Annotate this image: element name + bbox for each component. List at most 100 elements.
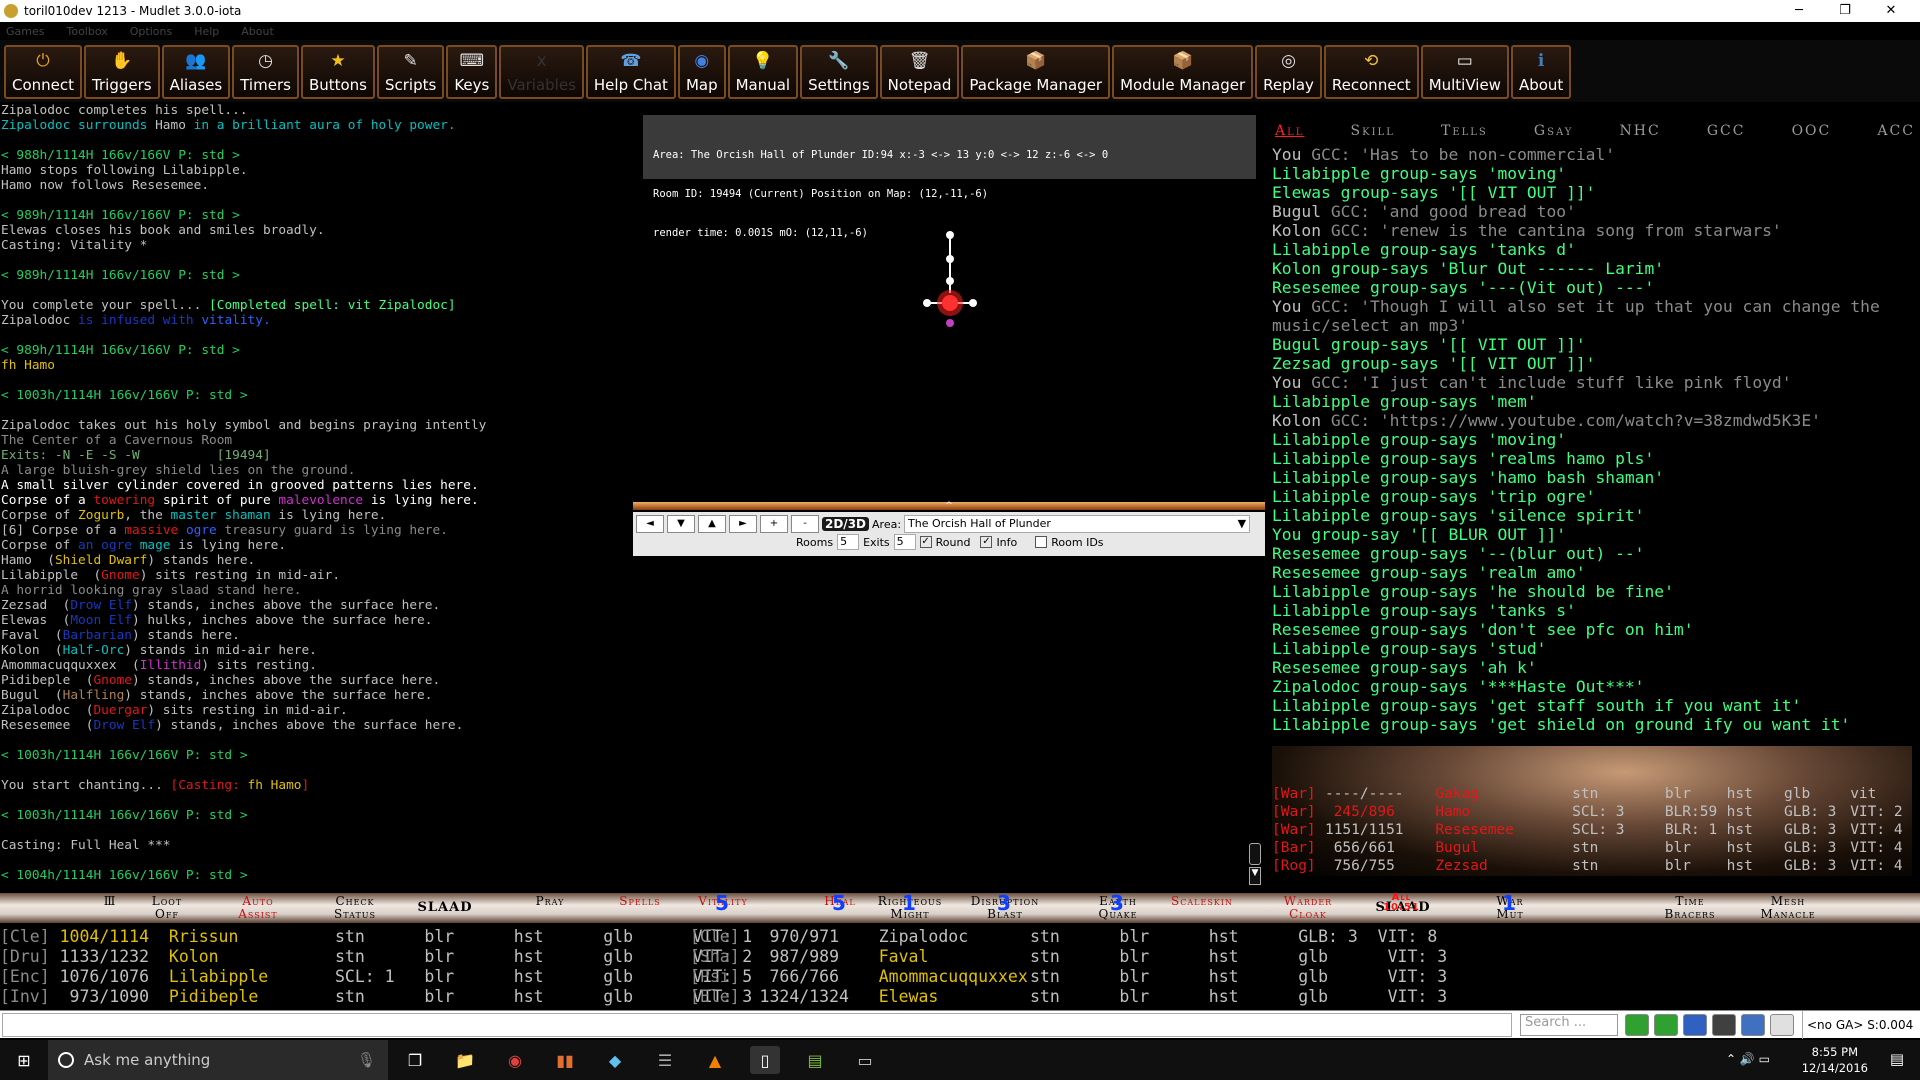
- toolbar-settings-button[interactable]: 🔧 Settings: [800, 45, 878, 99]
- button-bar-disruption-button[interactable]: Disruption Blast 3: [955, 893, 1055, 923]
- action-center-icon[interactable]: ▤: [1890, 1050, 1904, 1068]
- chat-tab-tells[interactable]: Tells: [1441, 123, 1488, 145]
- button-bar-righteous-button[interactable]: Righteous Might 1: [860, 893, 960, 923]
- button-bar-auto-button[interactable]: Auto Assist: [208, 893, 308, 923]
- toolbar-package-manager-button[interactable]: 📦 Package Manager: [961, 45, 1111, 99]
- log-icon[interactable]: [1741, 1014, 1765, 1036]
- notepad-plus-icon[interactable]: ▤: [800, 1046, 830, 1074]
- menu-help[interactable]: Help: [194, 25, 219, 38]
- button-bar-check-button[interactable]: Check Status: [305, 893, 405, 923]
- map-2d3d-toggle[interactable]: 2D/3D: [822, 517, 870, 531]
- toolbar-buttons-button[interactable]: ★ Buttons: [300, 45, 375, 99]
- chat-console[interactable]: You GCC: 'Has to be non-commercial' Lilab…: [1272, 145, 1912, 735]
- command-input[interactable]: [2, 1013, 1512, 1037]
- map-room[interactable]: [923, 299, 931, 307]
- map-current-room[interactable]: [942, 295, 958, 311]
- text-segment: ) hulks, inches above the surface here.: [131, 613, 433, 628]
- button-bar-time-button[interactable]: Time Bracers: [1640, 893, 1740, 923]
- output-line: A horrid looking gray slaad stand here.: [1, 583, 625, 598]
- button-bar-pray-button[interactable]: Pray: [500, 893, 600, 923]
- info-checkbox[interactable]: ✓: [980, 536, 993, 548]
- chat-tab-ooc[interactable]: OOC: [1792, 123, 1832, 145]
- menu-games[interactable]: Games: [6, 25, 44, 38]
- toolbar-variables-button[interactable]: x Variables: [499, 45, 584, 99]
- task-view-icon[interactable]: ❐: [400, 1046, 430, 1074]
- map-room-down[interactable]: [946, 319, 954, 327]
- button-bar-vitality-button[interactable]: Vitality 5: [673, 893, 773, 923]
- round-checkbox[interactable]: ✓: [919, 536, 932, 548]
- map-shift-right-button[interactable]: ►: [729, 515, 757, 533]
- rooms-spinbox[interactable]: 5: [837, 534, 860, 550]
- toolbar-reconnect-button[interactable]: ⟲ Reconnect: [1323, 45, 1419, 99]
- system-tray-icons[interactable]: ⌃ 🔊 ▭: [1726, 1052, 1770, 1066]
- minimize-button[interactable]: ─: [1776, 0, 1822, 22]
- toolbar-connect-button[interactable]: ⏻ Connect: [4, 45, 83, 99]
- library-icon[interactable]: ▮▮: [550, 1046, 580, 1074]
- kodi-icon[interactable]: ◆: [600, 1046, 630, 1074]
- button-bar-slaad-button[interactable]: SLAAD All 10:51: [1353, 893, 1453, 923]
- map-room[interactable]: [946, 277, 954, 285]
- emergency-stop-icon[interactable]: [1770, 1014, 1794, 1036]
- search-field[interactable]: Search ...: [1520, 1014, 1618, 1036]
- timestamp-icon[interactable]: [1712, 1014, 1736, 1036]
- toolbar-timers-button[interactable]: ◷ Timers: [232, 45, 299, 99]
- chat-tab-gcc[interactable]: GCC: [1707, 123, 1746, 145]
- green-up-icon[interactable]: [1625, 1014, 1649, 1036]
- terminal-icon[interactable]: ▭: [850, 1046, 880, 1074]
- map-zoom-out-button[interactable]: -: [791, 515, 819, 533]
- scroll-down-button[interactable]: ▼: [1249, 867, 1261, 885]
- mapper-pane[interactable]: Area: The Orcish Hall of Plunder ID:94 x…: [625, 103, 1265, 557]
- blue-info-icon[interactable]: [1683, 1014, 1707, 1036]
- button-bar-scaleskin-button[interactable]: Scaleskin: [1152, 893, 1252, 923]
- toolbar-keys-button[interactable]: ⌨ Keys: [446, 45, 498, 99]
- exits-spinbox[interactable]: 5: [893, 534, 916, 550]
- map-shift-up-button[interactable]: ▲: [698, 515, 726, 533]
- map-splitter[interactable]: ^: [633, 502, 1265, 512]
- notepad-taskbar-icon[interactable]: ▯: [750, 1046, 780, 1074]
- toolbar-about-button[interactable]: ℹ About: [1510, 45, 1572, 99]
- room-ids-checkbox[interactable]: [1035, 536, 1048, 548]
- windows-start-button[interactable]: ⊞: [0, 1040, 48, 1080]
- button-bar-war-button[interactable]: War Mut 1: [1460, 893, 1560, 923]
- map-shift-left-button[interactable]: ◄: [636, 515, 664, 533]
- toolbar-triggers-button[interactable]: ✋ Triggers: [84, 45, 160, 99]
- database-icon[interactable]: ☰: [650, 1046, 680, 1074]
- chat-tab-gsay[interactable]: Gsay: [1534, 123, 1573, 145]
- toolbar-multiview-button[interactable]: ▭ MultiView: [1420, 45, 1509, 99]
- toolbar-notepad-button[interactable]: 🗑 Notepad: [879, 45, 960, 99]
- menu-toolbox[interactable]: Toolbox: [66, 25, 107, 38]
- toolbar-label: Replay: [1263, 76, 1314, 94]
- chat-tab-acc[interactable]: ACC: [1877, 123, 1915, 145]
- output-line: < 1003h/1114H 166v/166V P: std >: [1, 808, 625, 823]
- chrome-icon[interactable]: ◉: [500, 1046, 530, 1074]
- button-bar-mesh-button[interactable]: Mesh Manacle: [1738, 893, 1838, 923]
- toolbar-aliases-button[interactable]: 👥 Aliases: [161, 45, 231, 99]
- main-output-console[interactable]: Zipalodoc completes his spell... Zipalodo…: [0, 103, 625, 893]
- button-bar-slaad-button[interactable]: SLAAD: [395, 893, 495, 923]
- vlc-icon[interactable]: ▲: [700, 1046, 730, 1074]
- cortana-search-box[interactable]: Ask me anything 🎙: [48, 1040, 388, 1080]
- button-bar-loot-button[interactable]: Loot Off: [117, 893, 217, 923]
- map-shift-down-button[interactable]: ▼: [667, 515, 695, 533]
- toolbar-manual-button[interactable]: 💡 Manual: [727, 45, 799, 99]
- chat-tab-skill[interactable]: Skill: [1351, 123, 1395, 145]
- map-zoom-in-button[interactable]: +: [760, 515, 788, 533]
- menu-options[interactable]: Options: [130, 25, 172, 38]
- file-explorer-icon[interactable]: 📁: [450, 1046, 480, 1074]
- map-room[interactable]: [969, 299, 977, 307]
- toolbar-scripts-button[interactable]: ✎ Scripts: [377, 45, 445, 99]
- menu-about[interactable]: About: [241, 25, 274, 38]
- chat-tab-all[interactable]: All: [1275, 123, 1304, 145]
- toolbar-map-button[interactable]: ◉ Map: [677, 45, 726, 99]
- close-button[interactable]: ✕: [1868, 0, 1914, 22]
- maximize-button[interactable]: ❐: [1822, 0, 1868, 22]
- map-area-select[interactable]: The Orcish Hall of Plunder ▼: [904, 515, 1251, 533]
- toolbar-module-manager-button[interactable]: 📦 Module Manager: [1112, 45, 1254, 99]
- chat-tab-nhc[interactable]: NHC: [1620, 123, 1661, 145]
- button-bar-warder-button[interactable]: Warder Cloak: [1258, 893, 1358, 923]
- scroll-up-button[interactable]: [1249, 843, 1261, 865]
- green-down-icon[interactable]: [1654, 1014, 1678, 1036]
- toolbar-replay-button[interactable]: ◎ Replay: [1255, 45, 1322, 99]
- toolbar-help-chat-button[interactable]: ☎ Help Chat: [585, 45, 676, 99]
- taskbar-clock[interactable]: 8:55 PM 12/14/2016: [1802, 1044, 1868, 1076]
